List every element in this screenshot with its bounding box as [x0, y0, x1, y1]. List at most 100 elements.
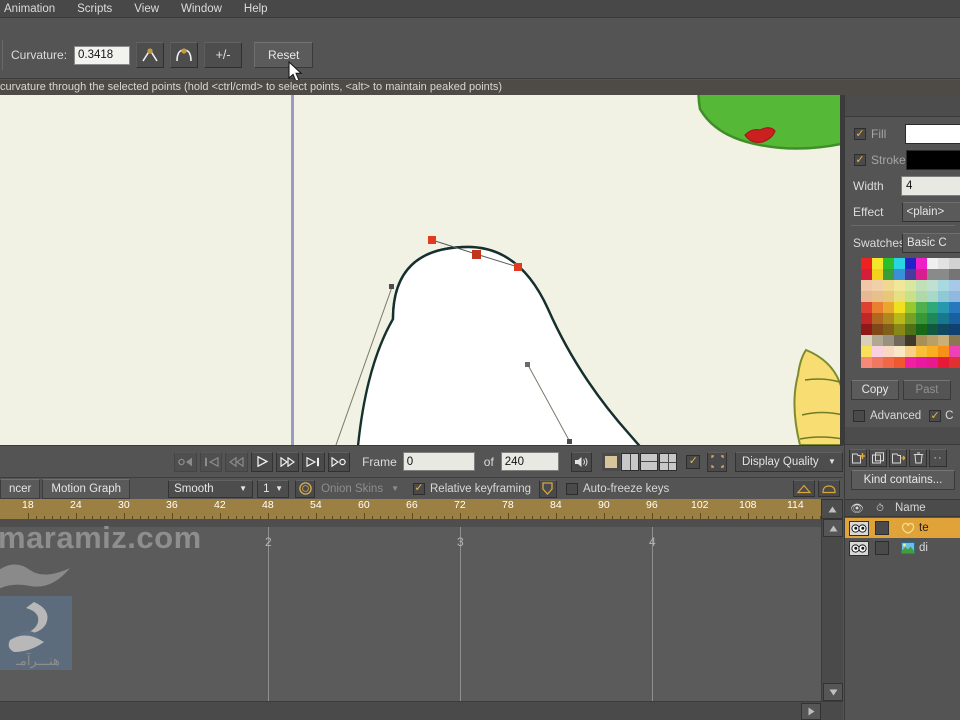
color-swatch[interactable]	[916, 269, 927, 280]
step-back-button[interactable]	[225, 451, 248, 472]
color-swatch[interactable]	[861, 269, 872, 280]
advanced-checkbox[interactable]	[853, 410, 865, 422]
layer-lock-toggle[interactable]	[875, 521, 889, 535]
play-button[interactable]	[250, 451, 274, 472]
stroke-checkbox[interactable]: ✓	[854, 154, 866, 166]
color-swatch[interactable]	[905, 280, 916, 291]
color-swatch[interactable]	[861, 258, 872, 269]
tab-sequencer[interactable]: ncer	[0, 478, 41, 499]
fill-color-swatch[interactable]	[905, 124, 960, 144]
color-swatch[interactable]	[894, 357, 905, 368]
paste-button[interactable]: Past	[903, 380, 951, 400]
swatches-select[interactable]: Basic C	[902, 233, 960, 253]
color-swatch[interactable]	[938, 280, 949, 291]
color-swatch[interactable]	[949, 357, 960, 368]
color-swatch[interactable]	[938, 357, 949, 368]
timeline-ruler[interactable]: 18 24 30 36 42 48 54 60 66 72 78 84 90 96 102 108 114	[0, 499, 821, 519]
shield-button[interactable]	[538, 479, 557, 498]
color-swatch[interactable]	[905, 346, 916, 357]
color-swatch[interactable]	[894, 346, 905, 357]
color-swatch[interactable]	[916, 302, 927, 313]
onion-skin-button[interactable]	[295, 479, 316, 498]
color-swatch[interactable]	[927, 291, 938, 302]
layer-visibility-toggle[interactable]	[849, 520, 869, 536]
color-swatch[interactable]	[883, 324, 894, 335]
color-swatch[interactable]	[894, 302, 905, 313]
color-swatch[interactable]	[883, 302, 894, 313]
interpolation-select[interactable]: Smooth ▼	[168, 479, 254, 498]
fast-forward-button[interactable]	[276, 451, 299, 472]
curvature-input[interactable]	[74, 45, 131, 65]
audio-toggle-button[interactable]	[570, 451, 593, 472]
kind-contains-button[interactable]: Kind contains...	[851, 470, 955, 490]
new-layer-button[interactable]	[849, 449, 867, 467]
layer-row-di[interactable]: di	[845, 538, 960, 558]
drawing-canvas[interactable]	[0, 95, 843, 445]
color-swatch[interactable]	[927, 313, 938, 324]
color-swatch[interactable]	[883, 357, 894, 368]
color-swatch[interactable]	[872, 357, 883, 368]
color-swatch[interactable]	[872, 269, 883, 280]
chevron-down-icon[interactable]: ▼	[391, 484, 399, 493]
color-swatch[interactable]	[872, 313, 883, 324]
smooth-curve-button[interactable]	[170, 42, 199, 68]
color-swatch[interactable]	[894, 291, 905, 302]
color-swatch[interactable]	[949, 258, 960, 269]
duplicate-layer-button[interactable]	[869, 449, 887, 467]
peak-key-button[interactable]	[793, 480, 815, 497]
timeline-scroll-up-button[interactable]	[821, 499, 843, 519]
color-swatch[interactable]	[872, 346, 883, 357]
timeline-horizontal-scrollbar[interactable]	[0, 701, 843, 720]
color-swatch[interactable]	[894, 313, 905, 324]
menu-item-view[interactable]: View	[123, 0, 170, 18]
color-swatch[interactable]	[883, 291, 894, 302]
color-swatch[interactable]	[916, 280, 927, 291]
color-swatch[interactable]	[938, 324, 949, 335]
timeline-scroll-right-arrow[interactable]	[801, 703, 821, 720]
color-swatch[interactable]	[949, 324, 960, 335]
color-swatch[interactable]	[916, 291, 927, 302]
color-swatch[interactable]	[927, 258, 938, 269]
color-swatches-palette[interactable]	[861, 258, 960, 368]
color-swatch[interactable]	[927, 269, 938, 280]
color-swatch[interactable]	[883, 346, 894, 357]
peak-curve-button[interactable]	[136, 42, 165, 68]
color-swatch[interactable]	[938, 291, 949, 302]
menu-item-animation[interactable]: Animation	[0, 0, 66, 18]
color-swatch[interactable]	[894, 269, 905, 280]
color-swatch[interactable]	[927, 324, 938, 335]
color-swatch[interactable]	[916, 313, 927, 324]
color-swatch[interactable]	[949, 346, 960, 357]
color-swatch[interactable]	[894, 335, 905, 346]
color-swatch[interactable]	[938, 313, 949, 324]
color-swatch[interactable]	[894, 324, 905, 335]
color-swatch[interactable]	[861, 280, 872, 291]
color-swatch[interactable]	[872, 291, 883, 302]
color-swatch[interactable]	[938, 302, 949, 313]
color-swatch[interactable]	[905, 357, 916, 368]
timeline-scroll-up-arrow[interactable]	[823, 519, 843, 537]
color-swatch[interactable]	[905, 291, 916, 302]
color-swatch[interactable]	[938, 346, 949, 357]
jump-to-end-button[interactable]	[302, 451, 325, 472]
color-swatch[interactable]	[861, 346, 872, 357]
stroke-color-swatch[interactable]	[905, 150, 960, 170]
menu-item-help[interactable]: Help	[233, 0, 279, 18]
loop-start-button[interactable]	[174, 451, 197, 472]
menu-item-scripts[interactable]: Scripts	[66, 0, 123, 18]
relative-keyframing-checkbox[interactable]: ✓	[413, 482, 425, 495]
color-swatch[interactable]	[949, 302, 960, 313]
color-swatch[interactable]	[861, 291, 872, 302]
color-swatch[interactable]	[927, 280, 938, 291]
view-layout-split-horizontal-button[interactable]	[640, 452, 659, 471]
color-swatch[interactable]	[938, 269, 949, 280]
color-swatch[interactable]	[872, 280, 883, 291]
loop-end-button[interactable]	[327, 451, 351, 472]
color-swatch[interactable]	[883, 258, 894, 269]
layer-visibility-toggle[interactable]	[849, 540, 869, 556]
smooth-key-button[interactable]	[818, 480, 840, 497]
color-swatch[interactable]	[883, 269, 894, 280]
color-swatch[interactable]	[894, 258, 905, 269]
color-swatch[interactable]	[938, 335, 949, 346]
color-swatch[interactable]	[905, 335, 916, 346]
